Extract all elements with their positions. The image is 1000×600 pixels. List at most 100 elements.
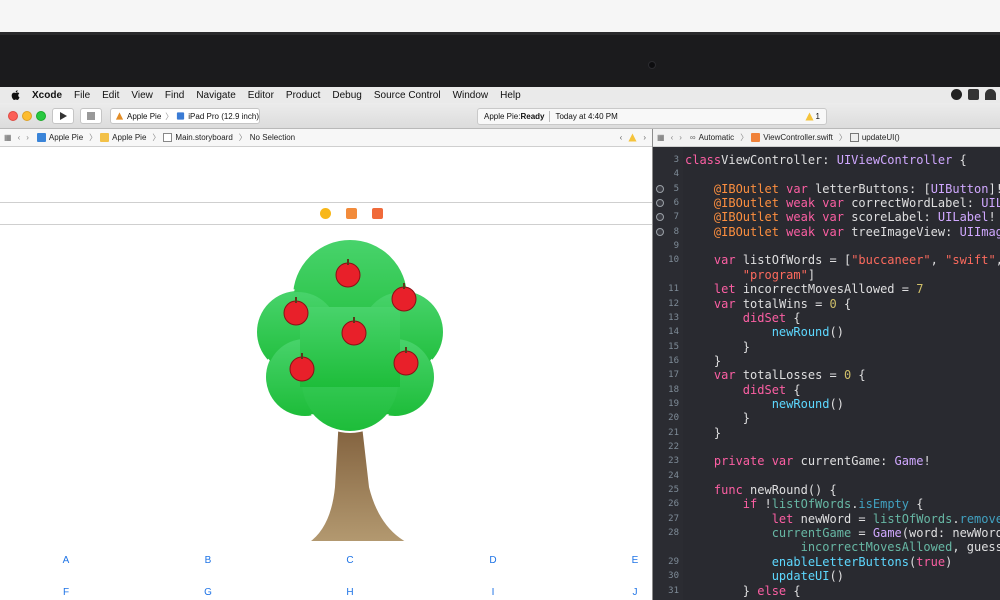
code-token: @IBOutlet bbox=[713, 224, 779, 239]
code-line[interactable]: 23 private var currentGame: Game! bbox=[653, 454, 1000, 468]
wifi-icon[interactable] bbox=[985, 89, 996, 100]
breadcrumb-project[interactable]: Apple Pie bbox=[36, 133, 83, 142]
menu-item-product[interactable]: Product bbox=[286, 90, 320, 101]
code-line[interactable]: 14 newRound() bbox=[653, 325, 1000, 339]
letter-button-a[interactable]: A bbox=[56, 555, 76, 566]
code-line[interactable]: 18 didSet { bbox=[653, 383, 1000, 397]
letter-button-c[interactable]: C bbox=[340, 555, 360, 566]
menu-item-debug[interactable]: Debug bbox=[332, 90, 361, 101]
first-responder-icon[interactable] bbox=[346, 208, 357, 219]
code-line[interactable]: 22 bbox=[653, 440, 1000, 454]
menu-item-edit[interactable]: Edit bbox=[102, 90, 119, 101]
code-line[interactable]: "program"] bbox=[653, 268, 1000, 282]
code-line[interactable]: 11 let incorrectMovesAllowed = 7 bbox=[653, 282, 1000, 296]
code-line[interactable]: 31 } else { bbox=[653, 584, 1000, 598]
code-line[interactable]: 10 var listOfWords = ["buccaneer", "swif… bbox=[653, 253, 1000, 267]
letter-button-j[interactable]: J bbox=[625, 587, 645, 598]
menu-item-window[interactable]: Window bbox=[453, 90, 489, 101]
forward-arrow-icon[interactable]: › bbox=[679, 133, 682, 142]
letter-button-i[interactable]: I bbox=[483, 587, 503, 598]
code-line[interactable]: 7 @IBOutlet weak var scoreLabel: UILabel… bbox=[653, 210, 1000, 224]
menu-item-find[interactable]: Find bbox=[165, 90, 184, 101]
screen-record-icon[interactable] bbox=[951, 89, 962, 100]
code-line[interactable]: 19 newRound() bbox=[653, 397, 1000, 411]
menu-item-view[interactable]: View bbox=[131, 90, 153, 101]
line-number: 17 bbox=[668, 370, 679, 381]
code-line[interactable]: incorrectMovesAllowed, guessedLetters: [… bbox=[653, 540, 1000, 554]
code-editor[interactable]: 3 classViewController: UIViewController {… bbox=[653, 147, 1000, 600]
code-line[interactable]: 29 enableLetterButtons(true) bbox=[653, 555, 1000, 569]
code-line[interactable]: 9 bbox=[653, 239, 1000, 253]
stop-button[interactable] bbox=[80, 108, 102, 124]
letter-button-e[interactable]: E bbox=[625, 555, 645, 566]
warning-count: 1 bbox=[815, 112, 820, 121]
code-line[interactable]: 30 updateUI() bbox=[653, 569, 1000, 583]
scheme-selector[interactable]: Apple Pie 〉 iPad Pro (12.9 inch) bbox=[110, 108, 260, 124]
breadcrumb-folder[interactable]: Apple Pie bbox=[100, 133, 146, 142]
code-line[interactable]: 4 bbox=[653, 167, 1000, 181]
code-line[interactable]: 15 } bbox=[653, 340, 1000, 354]
code-line[interactable]: 27 let newWord = listOfWords.removeFirst… bbox=[653, 512, 1000, 526]
breadcrumb-swift-file[interactable]: ViewController.swift bbox=[751, 133, 833, 142]
menu-item-help[interactable]: Help bbox=[500, 90, 521, 101]
related-items-icon[interactable]: ▦ bbox=[4, 133, 12, 142]
back-arrow-icon[interactable]: ‹ bbox=[671, 133, 674, 142]
line-number: 10 bbox=[668, 255, 679, 266]
code-line[interactable]: 24 bbox=[653, 469, 1000, 483]
menu-item-editor[interactable]: Editor bbox=[248, 90, 274, 101]
code-token: private var bbox=[713, 454, 794, 469]
letter-button-d[interactable]: D bbox=[483, 555, 503, 566]
breadcrumb-method[interactable]: updateUI() bbox=[849, 133, 900, 142]
code-line[interactable]: 28 currentGame = Game(word: newWord, bbox=[653, 526, 1000, 540]
apple-logo-icon[interactable] bbox=[10, 89, 22, 101]
code-line[interactable]: 6 @IBOutlet weak var correctWordLabel: U… bbox=[653, 196, 1000, 210]
run-button[interactable] bbox=[52, 108, 74, 124]
view-controller-icon[interactable] bbox=[320, 208, 331, 219]
breadcrumb-selection[interactable]: No Selection bbox=[250, 133, 295, 142]
bluetooth-icon[interactable] bbox=[968, 89, 979, 100]
chevron-right-icon: 〉 bbox=[89, 133, 98, 142]
code-line[interactable]: 26 if !listOfWords.isEmpty { bbox=[653, 497, 1000, 511]
letter-button-h[interactable]: H bbox=[340, 587, 360, 598]
code-line[interactable]: 17 var totalLosses = 0 { bbox=[653, 368, 1000, 382]
storyboard-canvas[interactable]: A B C D E F G H I J bbox=[0, 147, 652, 600]
next-issue-icon[interactable]: › bbox=[643, 133, 646, 142]
code-line[interactable]: 12 var totalWins = 0 { bbox=[653, 297, 1000, 311]
code-line[interactable]: 20 } bbox=[653, 411, 1000, 425]
breadcrumb-automatic[interactable]: ∞ Automatic bbox=[690, 133, 734, 142]
warning-badge[interactable]: 1 bbox=[804, 112, 820, 121]
letter-button-f[interactable]: F bbox=[56, 587, 76, 598]
letter-button-b[interactable]: B bbox=[198, 555, 218, 566]
back-arrow-icon[interactable]: ‹ bbox=[18, 133, 21, 142]
window-minimize-button[interactable] bbox=[22, 111, 32, 121]
code-line[interactable]: 5 @IBOutlet var letterButtons: [UIButton… bbox=[653, 182, 1000, 196]
previous-issue-icon[interactable]: ‹ bbox=[620, 133, 623, 142]
menu-item-source-control[interactable]: Source Control bbox=[374, 90, 441, 101]
warning-icon[interactable] bbox=[628, 133, 637, 142]
code-line[interactable]: 8 @IBOutlet weak var treeImageView: UIIm… bbox=[653, 225, 1000, 239]
code-line[interactable]: 16 } bbox=[653, 354, 1000, 368]
code-line[interactable]: 25 func newRound() { bbox=[653, 483, 1000, 497]
window-zoom-button[interactable] bbox=[36, 111, 46, 121]
code-line[interactable]: 3 classViewController: UIViewController { bbox=[653, 153, 1000, 167]
window-close-button[interactable] bbox=[8, 111, 18, 121]
related-items-icon[interactable]: ▦ bbox=[657, 133, 665, 142]
code-line[interactable]: 13 didSet { bbox=[653, 311, 1000, 325]
code-text: let newWord = listOfWords.removeFirst() bbox=[685, 512, 1000, 526]
exit-icon[interactable] bbox=[372, 208, 383, 219]
menu-item-file[interactable]: File bbox=[74, 90, 90, 101]
letter-button-g[interactable]: G bbox=[198, 587, 218, 598]
forward-arrow-icon[interactable]: › bbox=[26, 133, 29, 142]
code-token: ! bbox=[988, 210, 996, 225]
menu-item-xcode[interactable]: Xcode bbox=[32, 90, 62, 101]
code-line[interactable]: 21 } bbox=[653, 426, 1000, 440]
breadcrumb-storyboard[interactable]: Main.storyboard bbox=[163, 133, 233, 142]
code-token: if bbox=[742, 497, 758, 512]
menu-item-navigate[interactable]: Navigate bbox=[196, 90, 235, 101]
menu-bar: Xcode File Edit View Find Navigate Edito… bbox=[0, 87, 1000, 103]
code-text: newRound() bbox=[685, 397, 844, 411]
